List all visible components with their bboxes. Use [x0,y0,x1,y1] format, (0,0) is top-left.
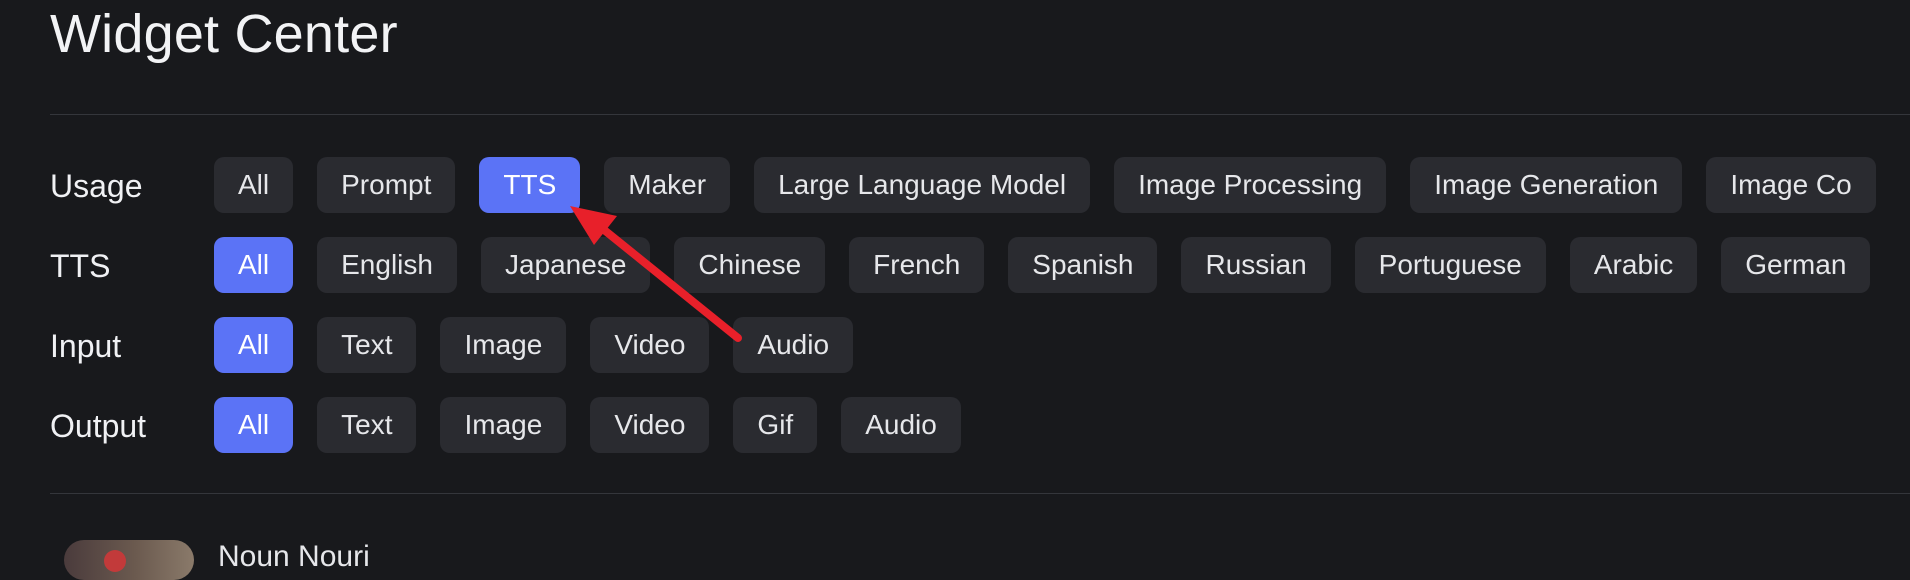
chip-tts-portuguese[interactable]: Portuguese [1354,237,1546,293]
filter-row-input: Input All Text Image Video Audio [0,317,1910,373]
chip-usage-image-generation[interactable]: Image Generation [1410,157,1683,213]
widget-item-name: Noun Nouri [218,540,370,573]
chip-input-audio[interactable]: Audio [733,317,854,373]
chip-usage-maker[interactable]: Maker [604,157,731,213]
avatar [64,540,194,580]
chip-usage-tts[interactable]: TTS [479,157,581,213]
page-title: Widget Center [50,4,398,64]
filter-label-tts: TTS [50,248,111,284]
filter-row-tts: TTS All English Japanese Chinese French … [0,237,1910,293]
chip-tts-all[interactable]: All [214,237,294,293]
chip-tts-chinese[interactable]: Chinese [674,237,826,293]
filter-row-output: Output All Text Image Video Gif Audio [0,397,1910,453]
filter-chips-output: All Text Image Video Gif Audio [214,397,961,453]
chip-tts-arabic[interactable]: Arabic [1569,237,1698,293]
chip-output-gif[interactable]: Gif [733,397,818,453]
chip-tts-spanish[interactable]: Spanish [1008,237,1158,293]
filter-label-usage: Usage [50,168,143,204]
chip-tts-japanese[interactable]: Japanese [480,237,651,293]
divider [50,114,1910,115]
chip-usage-image-co[interactable]: Image Co [1706,157,1876,213]
chip-input-text[interactable]: Text [317,317,417,373]
avatar-dot [104,550,126,572]
chip-output-text[interactable]: Text [317,397,417,453]
filter-label-input: Input [50,328,122,364]
filter-chips-input: All Text Image Video Audio [214,317,854,373]
chip-usage-large-language-model[interactable]: Large Language Model [754,157,1091,213]
chip-input-all[interactable]: All [214,317,294,373]
chip-output-video[interactable]: Video [590,397,710,453]
filter-label-output: Output [50,408,147,444]
chip-input-image[interactable]: Image [440,317,567,373]
filter-chips-tts: All English Japanese Chinese French Span… [214,237,1871,293]
divider [50,493,1910,494]
chip-tts-french[interactable]: French [849,237,985,293]
chip-tts-russian[interactable]: Russian [1181,237,1331,293]
chip-input-video[interactable]: Video [590,317,710,373]
chip-usage-prompt[interactable]: Prompt [317,157,456,213]
chip-tts-english[interactable]: English [317,237,457,293]
chip-usage-image-processing[interactable]: Image Processing [1114,157,1387,213]
chip-output-image[interactable]: Image [440,397,567,453]
filter-chips-usage: All Prompt TTS Maker Large Language Mode… [214,157,1876,213]
chip-output-audio[interactable]: Audio [841,397,961,453]
chip-usage-all[interactable]: All [214,157,294,213]
chip-output-all[interactable]: All [214,397,294,453]
filter-row-usage: Usage All Prompt TTS Maker Large Languag… [0,157,1910,213]
chip-tts-german[interactable]: German [1721,237,1871,293]
